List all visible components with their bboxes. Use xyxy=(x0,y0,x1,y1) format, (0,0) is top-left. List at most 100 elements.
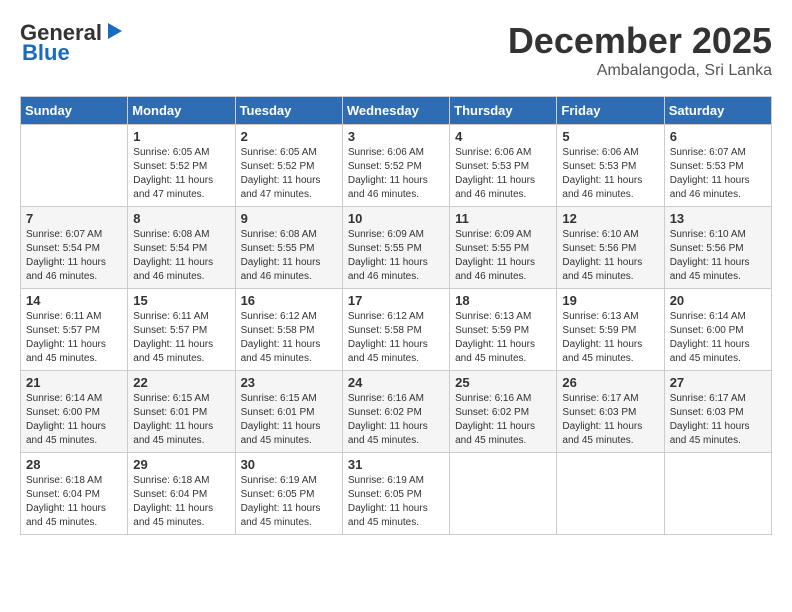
calendar-cell: 18Sunrise: 6:13 AMSunset: 5:59 PMDayligh… xyxy=(450,289,557,371)
day-number: 23 xyxy=(241,375,337,390)
day-info: Sunrise: 6:08 AMSunset: 5:55 PMDaylight:… xyxy=(241,228,337,284)
calendar-cell: 13Sunrise: 6:10 AMSunset: 5:56 PMDayligh… xyxy=(664,207,771,289)
calendar-cell: 8 Sunrise: 6:08 AMSunset: 5:54 PMDaylight… xyxy=(128,207,235,289)
calendar-cell: 23 Sunrise: 6:15 AMSunset: 6:01 PMDayligh… xyxy=(235,371,342,453)
calendar-cell xyxy=(557,453,664,535)
day-number: 12 xyxy=(562,211,658,226)
day-number: 3 xyxy=(348,129,444,144)
day-info: Sunrise: 6:18 AMSunset: 6:04 PMDaylight:… xyxy=(133,474,229,530)
day-info: Sunrise: 6:06 AMSunset: 5:53 PMDaylight:… xyxy=(562,146,658,202)
calendar-cell: 30 Sunrise: 6:19 AMSunset: 6:05 PMDayligh… xyxy=(235,453,342,535)
day-info: Sunrise: 6:12 AMSunset: 5:58 PMDaylight:… xyxy=(241,310,337,366)
calendar-cell: 25Sunrise: 6:16 AMSunset: 6:02 PMDayligh… xyxy=(450,371,557,453)
day-info: Sunrise: 6:16 AMSunset: 6:02 PMDaylight:… xyxy=(455,392,551,448)
day-number: 14 xyxy=(26,293,122,308)
day-info: Sunrise: 6:09 AMSunset: 5:55 PMDaylight:… xyxy=(455,228,551,284)
day-info: Sunrise: 6:19 AMSunset: 6:05 PMDaylight:… xyxy=(241,474,337,530)
day-info: Sunrise: 6:09 AMSunset: 5:55 PMDaylight:… xyxy=(348,228,444,284)
day-number: 24 xyxy=(348,375,444,390)
month-title: December 2025 xyxy=(508,20,772,62)
col-header-saturday: Saturday xyxy=(664,97,771,125)
calendar-cell: 11 Sunrise: 6:09 AMSunset: 5:55 PMDayligh… xyxy=(450,207,557,289)
calendar-cell: 20 Sunrise: 6:14 AMSunset: 6:00 PMDayligh… xyxy=(664,289,771,371)
day-info: Sunrise: 6:07 AMSunset: 5:54 PMDaylight:… xyxy=(26,228,122,284)
calendar-cell: 10Sunrise: 6:09 AMSunset: 5:55 PMDayligh… xyxy=(342,207,449,289)
calendar-table: SundayMondayTuesdayWednesdayThursdayFrid… xyxy=(20,96,772,535)
title-block: December 2025 Ambalangoda, Sri Lanka xyxy=(508,20,772,80)
day-info: Sunrise: 6:13 AMSunset: 5:59 PMDaylight:… xyxy=(455,310,551,366)
day-number: 21 xyxy=(26,375,122,390)
day-info: Sunrise: 6:11 AMSunset: 5:57 PMDaylight:… xyxy=(26,310,122,366)
day-info: Sunrise: 6:14 AMSunset: 6:00 PMDaylight:… xyxy=(670,310,766,366)
day-number: 4 xyxy=(455,129,551,144)
calendar-week-3: 14 Sunrise: 6:11 AMSunset: 5:57 PMDayligh… xyxy=(21,289,772,371)
day-number: 1 xyxy=(133,129,229,144)
day-number: 20 xyxy=(670,293,766,308)
day-info: Sunrise: 6:13 AMSunset: 5:59 PMDaylight:… xyxy=(562,310,658,366)
day-number: 27 xyxy=(670,375,766,390)
calendar-cell: 4 Sunrise: 6:06 AMSunset: 5:53 PMDaylight… xyxy=(450,125,557,207)
day-info: Sunrise: 6:18 AMSunset: 6:04 PMDaylight:… xyxy=(26,474,122,530)
calendar-cell xyxy=(664,453,771,535)
day-number: 30 xyxy=(241,457,337,472)
day-number: 19 xyxy=(562,293,658,308)
calendar-cell: 28 Sunrise: 6:18 AMSunset: 6:04 PMDayligh… xyxy=(21,453,128,535)
logo: General Blue xyxy=(20,20,124,66)
calendar-cell: 12Sunrise: 6:10 AMSunset: 5:56 PMDayligh… xyxy=(557,207,664,289)
calendar-week-1: 1 Sunrise: 6:05 AMSunset: 5:52 PMDaylight… xyxy=(21,125,772,207)
day-info: Sunrise: 6:11 AMSunset: 5:57 PMDaylight:… xyxy=(133,310,229,366)
calendar-cell: 9 Sunrise: 6:08 AMSunset: 5:55 PMDaylight… xyxy=(235,207,342,289)
day-number: 2 xyxy=(241,129,337,144)
day-info: Sunrise: 6:19 AMSunset: 6:05 PMDaylight:… xyxy=(348,474,444,530)
day-number: 15 xyxy=(133,293,229,308)
day-info: Sunrise: 6:17 AMSunset: 6:03 PMDaylight:… xyxy=(670,392,766,448)
logo-icon xyxy=(104,21,124,41)
logo-blue: Blue xyxy=(22,40,70,65)
day-info: Sunrise: 6:17 AMSunset: 6:03 PMDaylight:… xyxy=(562,392,658,448)
calendar-week-2: 7Sunrise: 6:07 AMSunset: 5:54 PMDaylight… xyxy=(21,207,772,289)
calendar-cell: 7Sunrise: 6:07 AMSunset: 5:54 PMDaylight… xyxy=(21,207,128,289)
day-number: 22 xyxy=(133,375,229,390)
calendar-cell: 31 Sunrise: 6:19 AMSunset: 6:05 PMDayligh… xyxy=(342,453,449,535)
calendar-cell: 5 Sunrise: 6:06 AMSunset: 5:53 PMDaylight… xyxy=(557,125,664,207)
calendar-header-row: SundayMondayTuesdayWednesdayThursdayFrid… xyxy=(21,97,772,125)
calendar-cell: 14 Sunrise: 6:11 AMSunset: 5:57 PMDayligh… xyxy=(21,289,128,371)
calendar-cell: 27 Sunrise: 6:17 AMSunset: 6:03 PMDayligh… xyxy=(664,371,771,453)
calendar-cell: 1 Sunrise: 6:05 AMSunset: 5:52 PMDaylight… xyxy=(128,125,235,207)
day-number: 5 xyxy=(562,129,658,144)
col-header-monday: Monday xyxy=(128,97,235,125)
day-number: 29 xyxy=(133,457,229,472)
day-info: Sunrise: 6:06 AMSunset: 5:53 PMDaylight:… xyxy=(455,146,551,202)
calendar-cell: 21Sunrise: 6:14 AMSunset: 6:00 PMDayligh… xyxy=(21,371,128,453)
calendar-cell: 29 Sunrise: 6:18 AMSunset: 6:04 PMDayligh… xyxy=(128,453,235,535)
day-info: Sunrise: 6:08 AMSunset: 5:54 PMDaylight:… xyxy=(133,228,229,284)
calendar-cell: 6Sunrise: 6:07 AMSunset: 5:53 PMDaylight… xyxy=(664,125,771,207)
day-number: 8 xyxy=(133,211,229,226)
day-number: 11 xyxy=(455,211,551,226)
calendar-cell: 17 Sunrise: 6:12 AMSunset: 5:58 PMDayligh… xyxy=(342,289,449,371)
col-header-thursday: Thursday xyxy=(450,97,557,125)
calendar-cell xyxy=(21,125,128,207)
calendar-week-4: 21Sunrise: 6:14 AMSunset: 6:00 PMDayligh… xyxy=(21,371,772,453)
day-info: Sunrise: 6:15 AMSunset: 6:01 PMDaylight:… xyxy=(241,392,337,448)
calendar-cell: 22 Sunrise: 6:15 AMSunset: 6:01 PMDayligh… xyxy=(128,371,235,453)
day-info: Sunrise: 6:06 AMSunset: 5:52 PMDaylight:… xyxy=(348,146,444,202)
col-header-tuesday: Tuesday xyxy=(235,97,342,125)
day-info: Sunrise: 6:05 AMSunset: 5:52 PMDaylight:… xyxy=(241,146,337,202)
day-number: 17 xyxy=(348,293,444,308)
day-info: Sunrise: 6:05 AMSunset: 5:52 PMDaylight:… xyxy=(133,146,229,202)
calendar-cell: 2 Sunrise: 6:05 AMSunset: 5:52 PMDaylight… xyxy=(235,125,342,207)
day-number: 28 xyxy=(26,457,122,472)
day-info: Sunrise: 6:12 AMSunset: 5:58 PMDaylight:… xyxy=(348,310,444,366)
location: Ambalangoda, Sri Lanka xyxy=(508,62,772,80)
calendar-cell xyxy=(450,453,557,535)
page-header: General Blue December 2025 Ambalangoda, … xyxy=(20,20,772,80)
day-number: 16 xyxy=(241,293,337,308)
calendar-cell: 15 Sunrise: 6:11 AMSunset: 5:57 PMDayligh… xyxy=(128,289,235,371)
calendar-cell: 16 Sunrise: 6:12 AMSunset: 5:58 PMDayligh… xyxy=(235,289,342,371)
day-number: 9 xyxy=(241,211,337,226)
day-info: Sunrise: 6:07 AMSunset: 5:53 PMDaylight:… xyxy=(670,146,766,202)
col-header-wednesday: Wednesday xyxy=(342,97,449,125)
day-number: 31 xyxy=(348,457,444,472)
day-info: Sunrise: 6:15 AMSunset: 6:01 PMDaylight:… xyxy=(133,392,229,448)
